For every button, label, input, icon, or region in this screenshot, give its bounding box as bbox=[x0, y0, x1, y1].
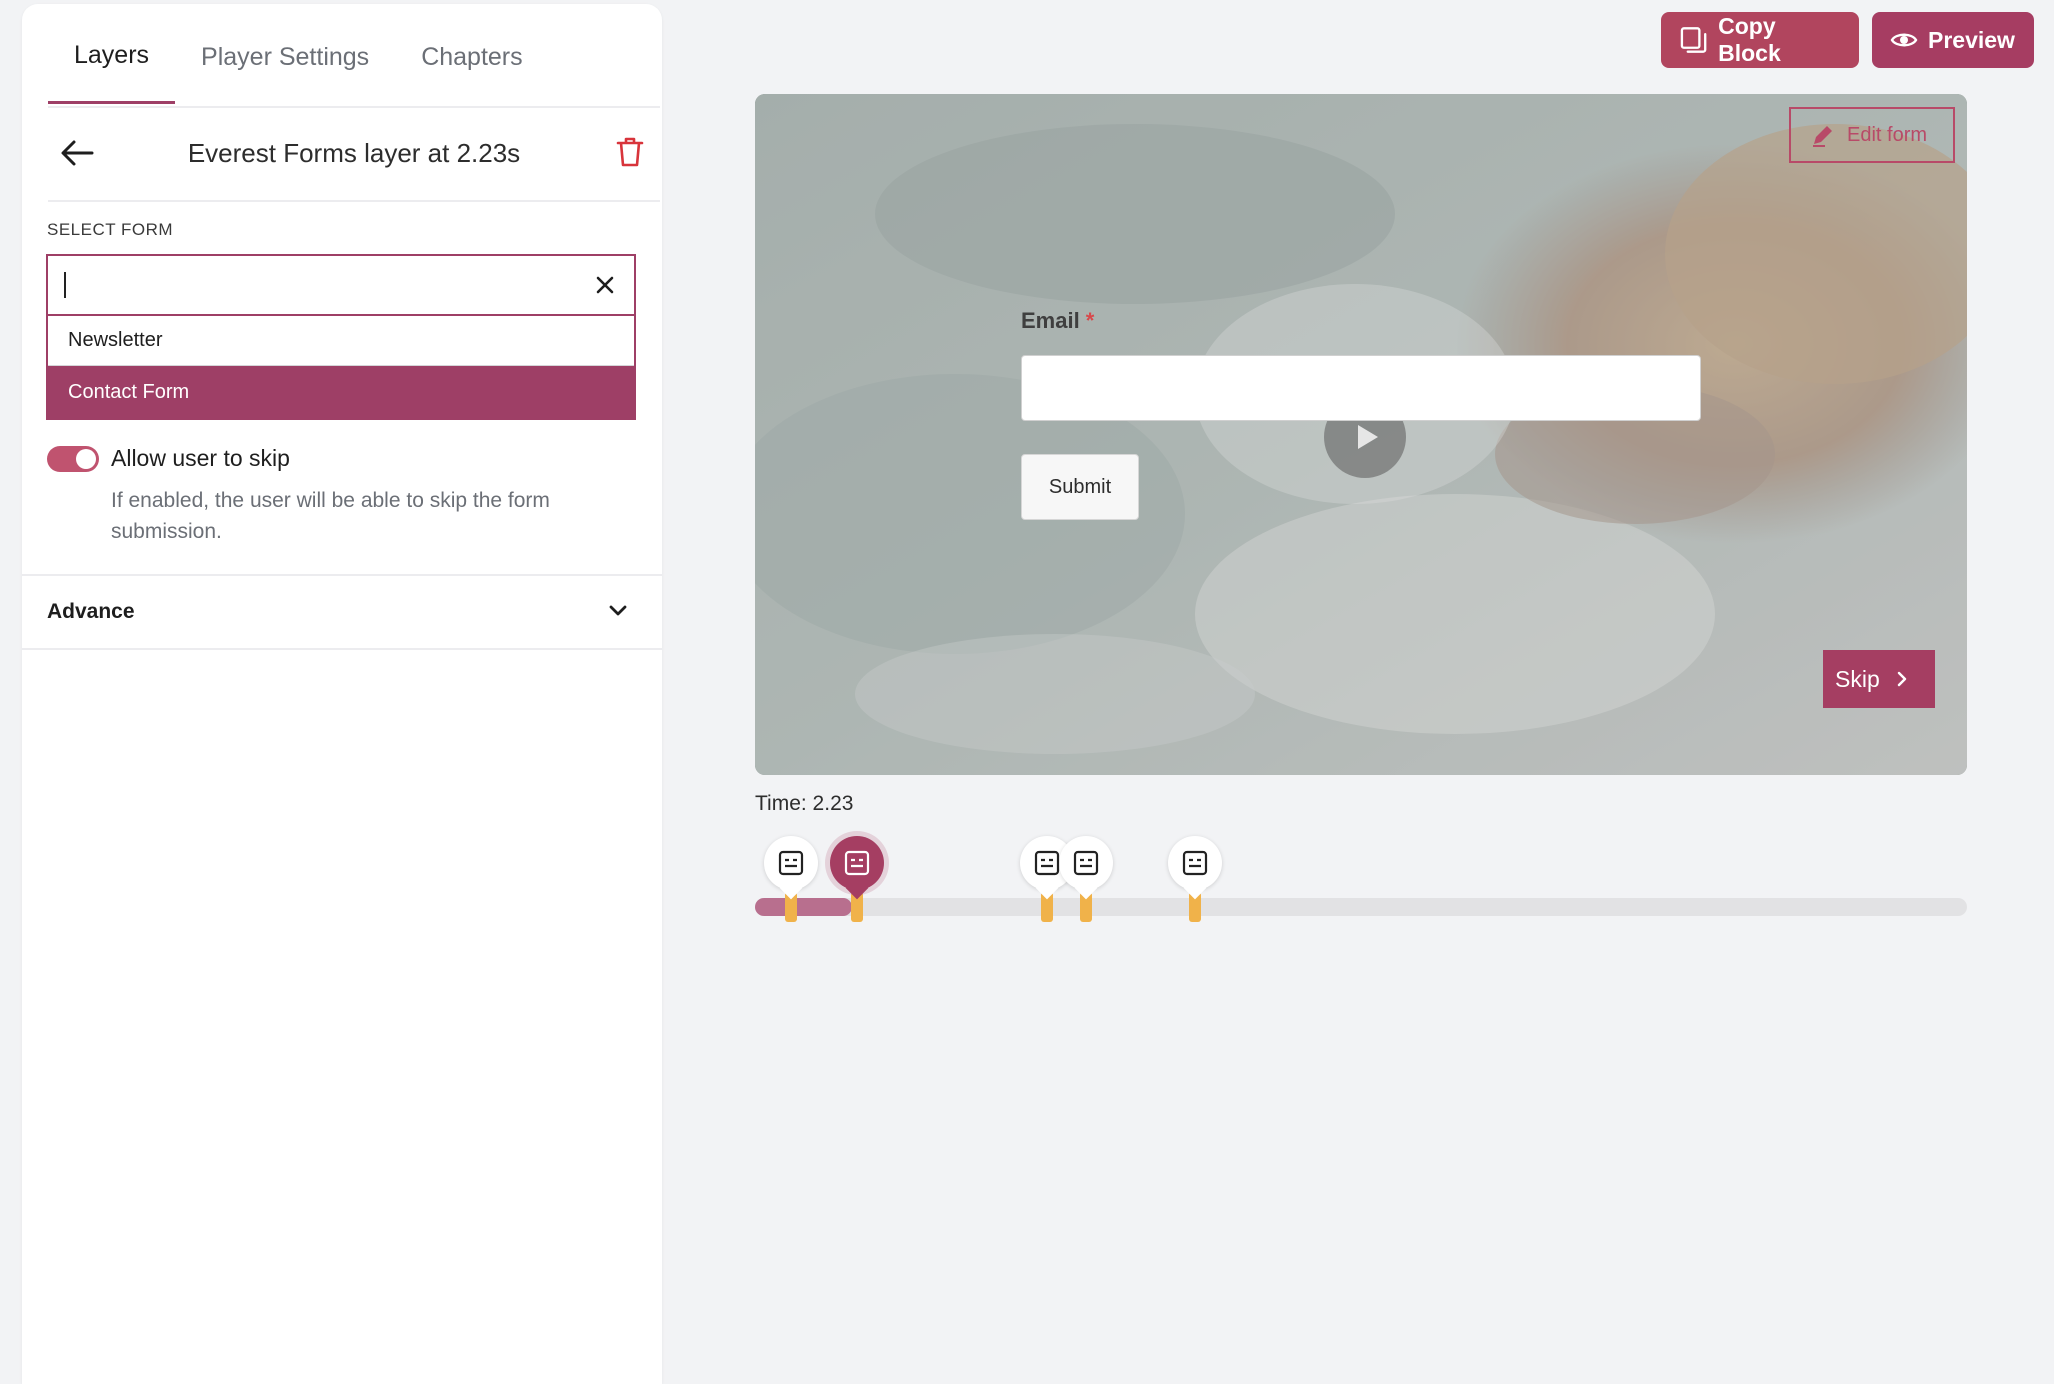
layer-marker[interactable] bbox=[830, 836, 884, 890]
form-options-list: Newsletter Contact Form bbox=[46, 316, 636, 420]
preview-button[interactable]: Preview bbox=[1872, 12, 2034, 68]
text-caret bbox=[64, 272, 66, 298]
layer-header: Everest Forms layer at 2.23s bbox=[48, 108, 660, 202]
form-layer-icon bbox=[1073, 850, 1099, 876]
layer-marker[interactable] bbox=[1168, 836, 1222, 890]
layer-marker[interactable] bbox=[764, 836, 818, 890]
layer-marker[interactable] bbox=[1059, 836, 1113, 890]
form-layer-icon bbox=[778, 850, 804, 876]
copy-block-label: Copy Block bbox=[1718, 13, 1781, 66]
sidebar-tabs: Layers Player Settings Chapters bbox=[48, 4, 660, 108]
form-layer-icon bbox=[1034, 850, 1060, 876]
tab-player-settings[interactable]: Player Settings bbox=[175, 4, 395, 104]
layer-settings-sidebar: Layers Player Settings Chapters Everest … bbox=[22, 4, 662, 1384]
email-label: Email * bbox=[1021, 308, 1094, 334]
form-layer-icon bbox=[1182, 850, 1208, 876]
advance-section[interactable]: Advance bbox=[22, 574, 662, 650]
advance-label: Advance bbox=[47, 600, 135, 623]
submit-button[interactable]: Submit bbox=[1021, 454, 1139, 520]
select-form-label: SELECT FORM bbox=[47, 220, 174, 239]
tab-chapters[interactable]: Chapters bbox=[395, 4, 548, 104]
skip-label: Skip bbox=[1835, 665, 1880, 692]
allow-skip-toggle[interactable] bbox=[47, 446, 99, 472]
layer-title: Everest Forms layer at 2.23s bbox=[187, 138, 521, 168]
skip-button[interactable]: Skip bbox=[1823, 650, 1935, 708]
eye-icon bbox=[1890, 33, 1918, 47]
option-contact-form[interactable]: Contact Form bbox=[48, 366, 634, 418]
form-layer-icon bbox=[844, 850, 870, 876]
play-icon bbox=[1358, 425, 1378, 449]
trash-icon[interactable] bbox=[616, 136, 644, 168]
chevron-right-icon bbox=[1897, 671, 1906, 687]
close-icon[interactable] bbox=[594, 274, 616, 296]
tab-layers[interactable]: Layers bbox=[48, 4, 176, 104]
timeline-track[interactable] bbox=[755, 898, 1967, 916]
copy-block-button[interactable]: Copy Block bbox=[1661, 12, 1859, 68]
toggle-knob bbox=[76, 449, 96, 469]
form-search-input[interactable] bbox=[46, 254, 636, 316]
email-label-text: Email bbox=[1021, 308, 1080, 333]
video-player[interactable]: Edit form Email * Submit Skip bbox=[755, 94, 1967, 775]
email-field[interactable] bbox=[1021, 355, 1701, 421]
pencil-icon bbox=[1813, 126, 1832, 147]
required-mark: * bbox=[1085, 308, 1095, 333]
option-newsletter[interactable]: Newsletter bbox=[48, 316, 634, 366]
edit-form-label: Edit form bbox=[1847, 123, 1928, 146]
allow-skip-help: If enabled, the user will be able to ski… bbox=[111, 489, 550, 543]
copy-icon bbox=[1680, 27, 1707, 53]
preview-label: Preview bbox=[1928, 26, 2015, 53]
timeline-progress bbox=[755, 898, 852, 916]
allow-skip-label: Allow user to skip bbox=[111, 445, 290, 471]
chevron-down-icon bbox=[609, 605, 627, 616]
edit-form-button[interactable]: Edit form bbox=[1789, 107, 1955, 163]
time-readout: Time: 2.23 bbox=[755, 792, 854, 815]
